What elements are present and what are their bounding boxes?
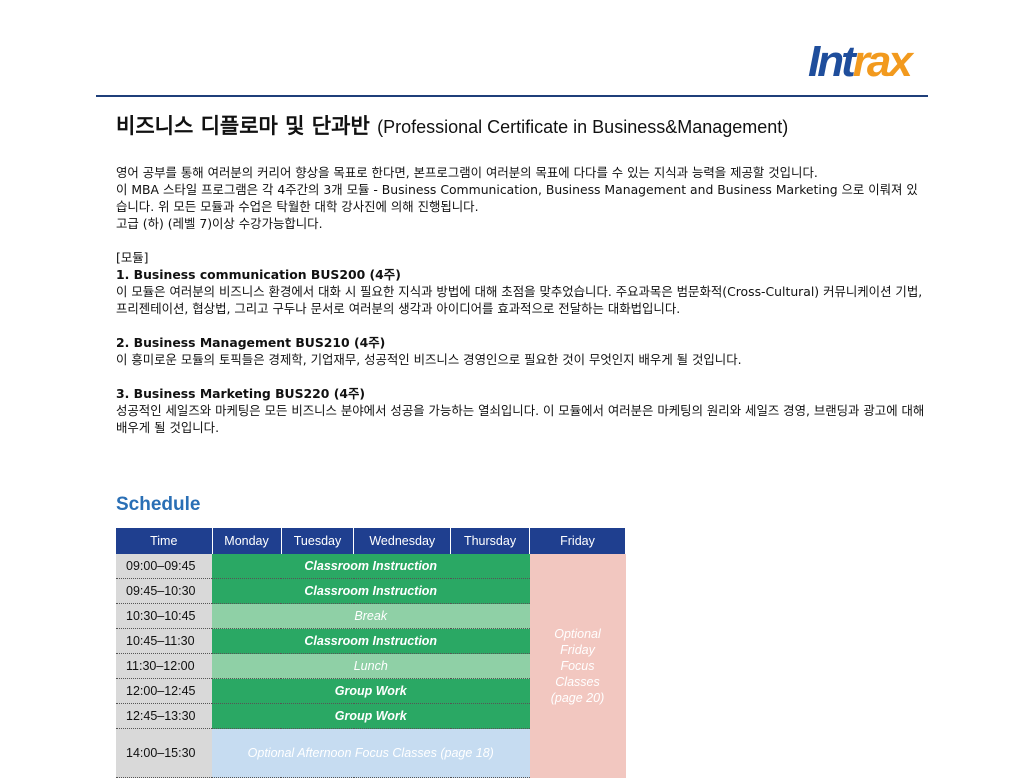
friday-cell: Optional Friday Focus Classes (page 20) bbox=[529, 554, 626, 778]
activity-cell: Group Work bbox=[212, 678, 530, 704]
module-3-heading: 3. Business Marketing BUS220 (4주) bbox=[116, 386, 366, 401]
page-title: 비즈니스 디플로마 및 단과반 (Professional Certificat… bbox=[116, 110, 936, 140]
activity-cell: Break bbox=[212, 603, 530, 629]
time-cell: 10:45–11:30 bbox=[116, 628, 212, 654]
activity-cell: Lunch bbox=[212, 653, 530, 679]
header-tuesday: Tuesday bbox=[281, 528, 355, 554]
logo-text-primary: Int bbox=[808, 37, 856, 86]
header-wednesday: Wednesday bbox=[353, 528, 452, 554]
title-english: (Professional Certificate in Business&Ma… bbox=[377, 117, 789, 137]
logo-text-accent: rax bbox=[852, 37, 913, 86]
intro-paragraph-2: 이 MBA 스타일 프로그램은 각 4주간의 3개 모듈 - Business … bbox=[116, 182, 918, 214]
time-cell: 12:45–13:30 bbox=[116, 703, 212, 729]
schedule-title: Schedule bbox=[116, 494, 201, 515]
time-cell: 09:45–10:30 bbox=[116, 578, 212, 604]
intro-paragraph-3: 고급 (하) (레벨 7)이상 수강가능합니다. bbox=[116, 216, 323, 231]
module-2-heading: 2. Business Management BUS210 (4주) bbox=[116, 335, 386, 350]
time-cell: 09:00–09:45 bbox=[116, 554, 212, 579]
friday-line: Friday bbox=[560, 642, 595, 657]
intro-paragraph-1: 영어 공부를 통해 여러분의 커리어 향상을 목표로 한다면, 본프로그램이 여… bbox=[116, 165, 818, 180]
friday-line: Optional bbox=[554, 626, 601, 641]
activity-cell: Optional Afternoon Focus Classes (page 1… bbox=[212, 728, 530, 778]
header-friday: Friday bbox=[529, 528, 626, 554]
schedule-row: 09:00–09:45 Classroom Instruction Option… bbox=[116, 554, 626, 778]
module-3-text: 성공적인 세일즈와 마케팅은 모든 비즈니스 분야에서 성공을 가능하는 열쇠입… bbox=[116, 403, 925, 435]
time-cell: 11:30–12:00 bbox=[116, 653, 212, 679]
friday-line: Classes bbox=[555, 674, 600, 689]
activity-cell: Group Work bbox=[212, 703, 530, 729]
time-cell: 14:00–15:30 bbox=[116, 728, 212, 778]
activity-cell: Classroom Instruction bbox=[212, 554, 530, 579]
title-korean: 비즈니스 디플로마 및 단과반 bbox=[116, 114, 370, 138]
schedule-header-row: Time Monday Tuesday Wednesday Thursday F… bbox=[116, 528, 626, 554]
time-cell: 10:30–10:45 bbox=[116, 603, 212, 629]
intrax-logo: Intrax bbox=[808, 36, 920, 88]
body-text: 영어 공부를 통해 여러분의 커리어 향상을 목표로 한다면, 본프로그램이 여… bbox=[116, 164, 928, 436]
module-1-text: 이 모듈은 여러분의 비즈니스 환경에서 대화 시 필요한 지식과 방법에 대해… bbox=[116, 284, 923, 316]
activity-cell: Classroom Instruction bbox=[212, 628, 530, 654]
module-1-heading: 1. Business communication BUS200 (4주) bbox=[116, 267, 401, 282]
module-2-text: 이 흥미로운 모듈의 토픽들은 경제학, 기업재무, 성공적인 비즈니스 경영인… bbox=[116, 352, 742, 367]
modules-label: [모듈] bbox=[116, 250, 149, 265]
header-thursday: Thursday bbox=[450, 528, 530, 554]
friday-line: Focus bbox=[560, 658, 595, 673]
header-monday: Monday bbox=[212, 528, 282, 554]
header-time: Time bbox=[116, 528, 213, 554]
friday-line: (page 20) bbox=[550, 690, 605, 705]
schedule-table: Time Monday Tuesday Wednesday Thursday F… bbox=[116, 528, 626, 778]
activity-cell: Classroom Instruction bbox=[212, 578, 530, 604]
header-divider bbox=[96, 95, 928, 97]
time-cell: 12:00–12:45 bbox=[116, 678, 212, 704]
